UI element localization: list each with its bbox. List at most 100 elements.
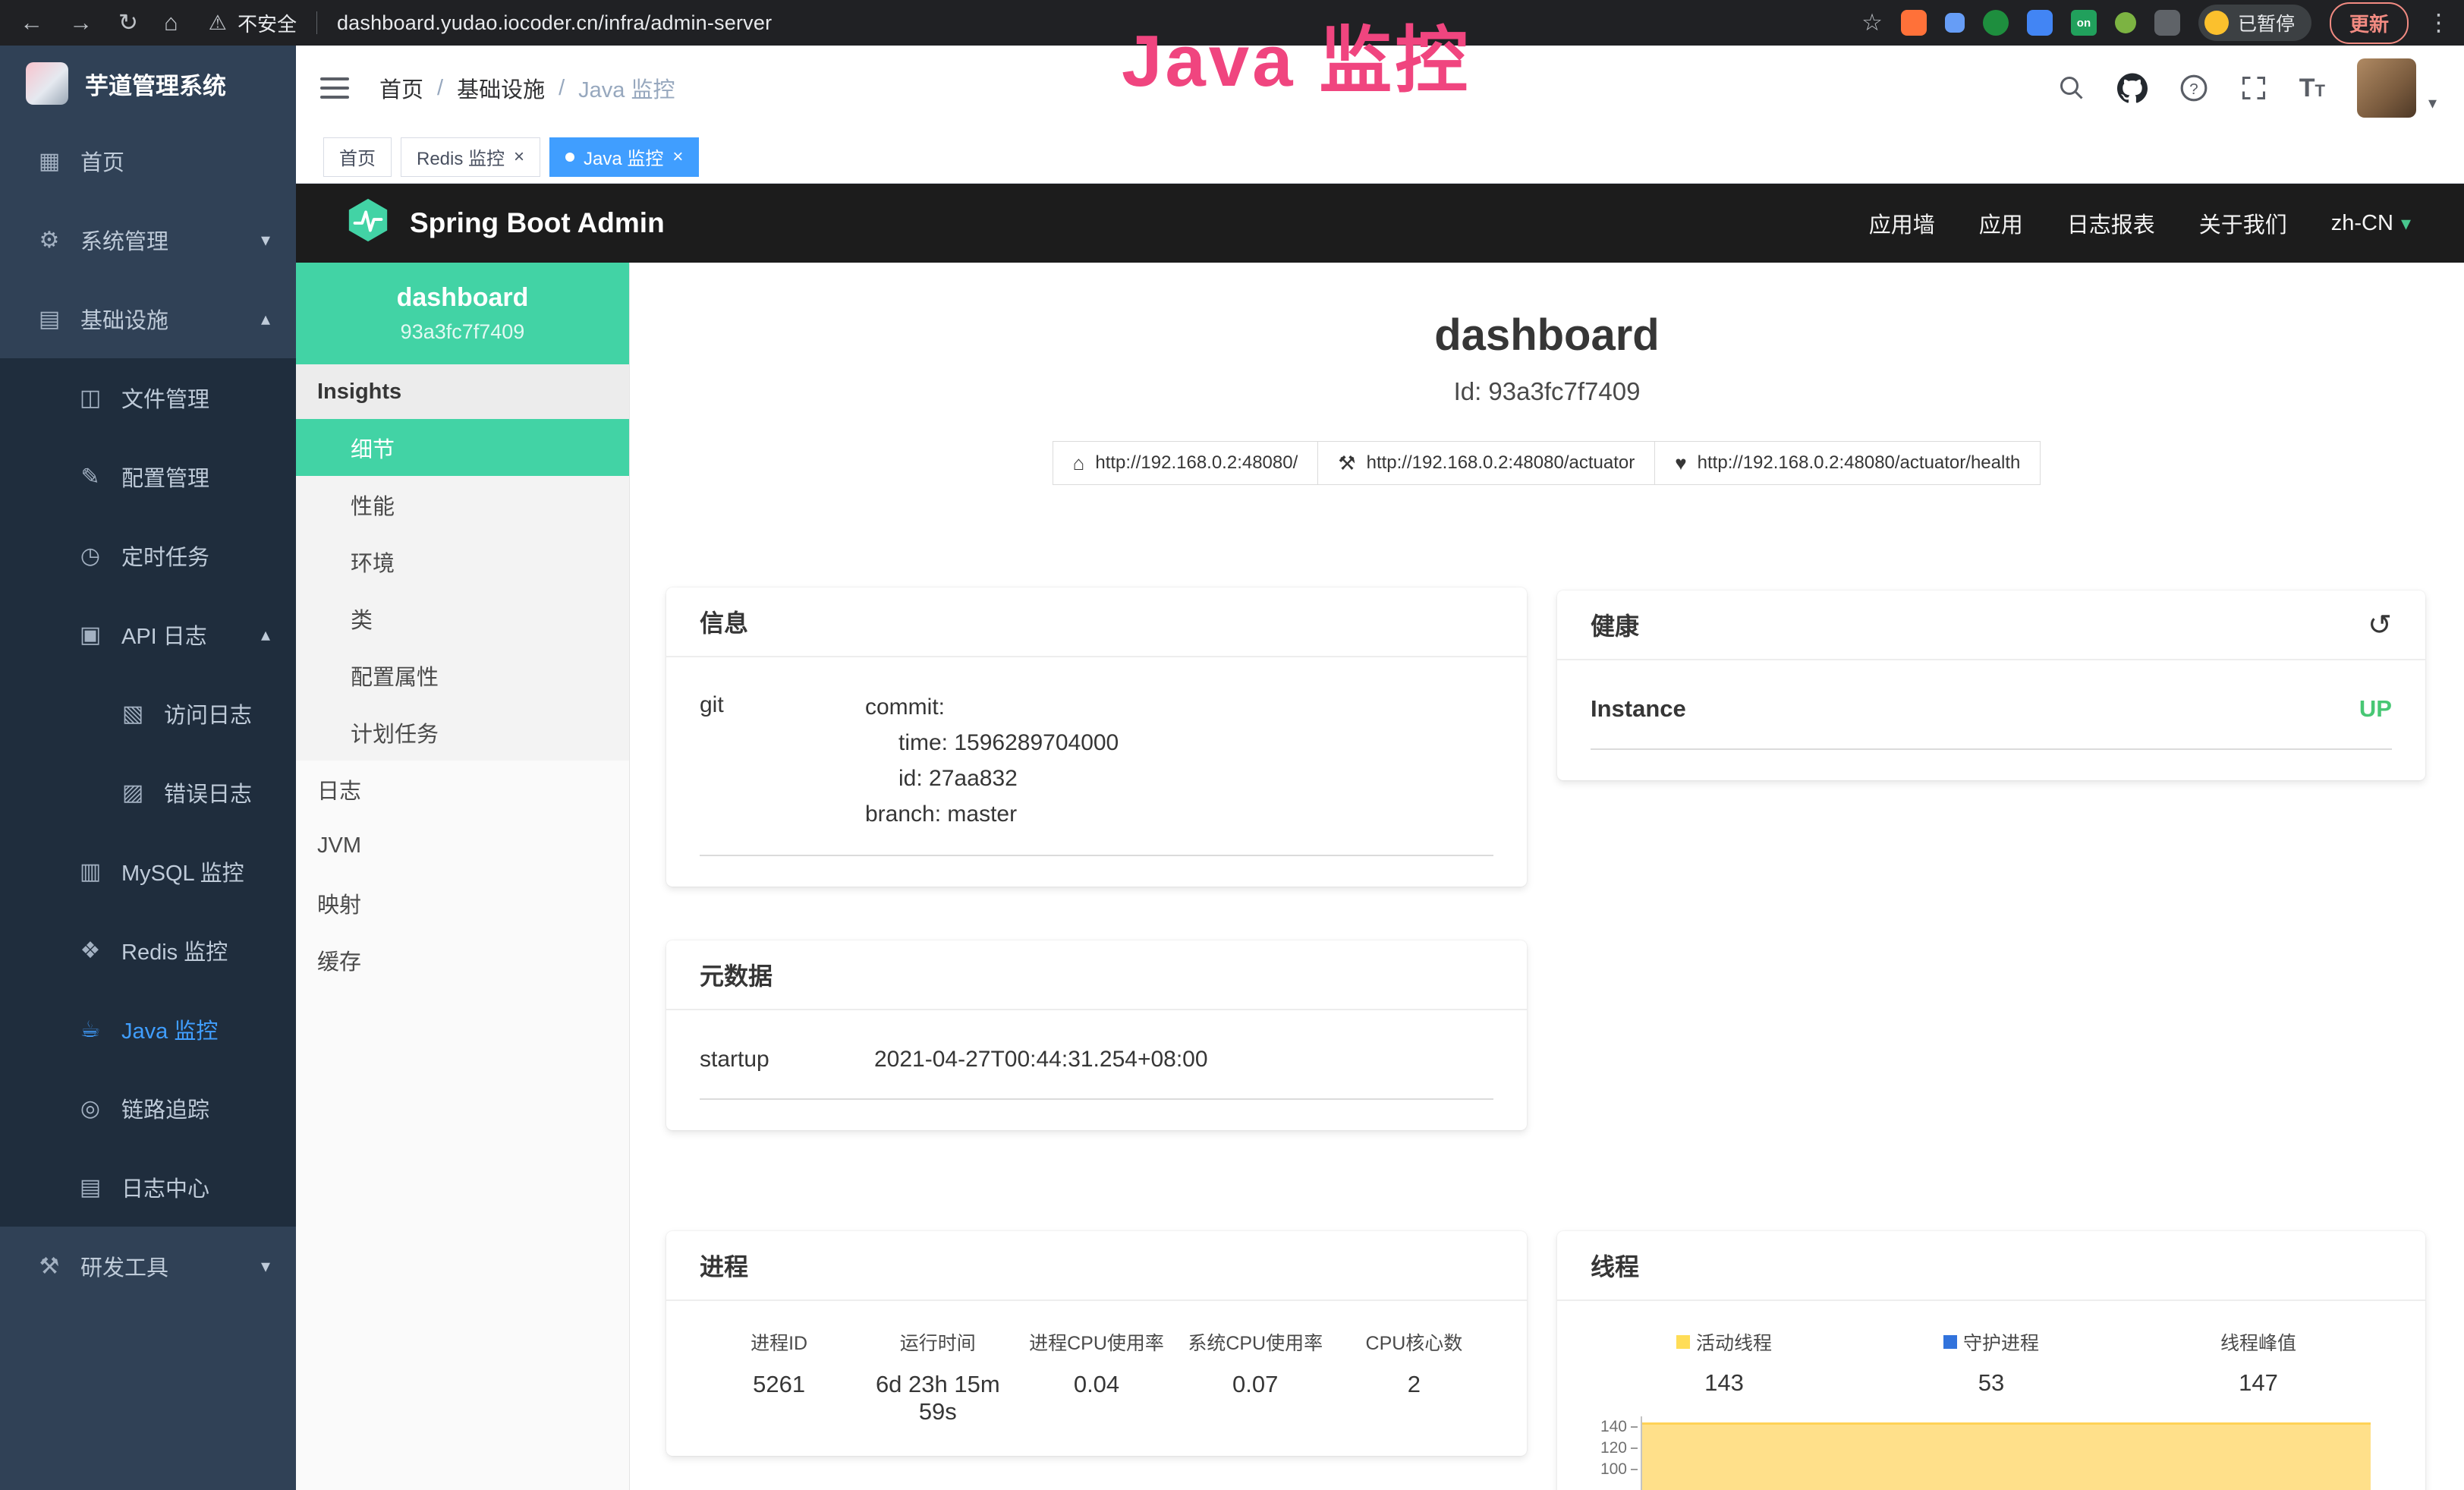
extension-green-circle-icon[interactable]	[1983, 10, 2009, 36]
status-badge: UP	[2359, 695, 2392, 723]
sidebar-item-system-management[interactable]: ⚙ 系统管理 ▾	[0, 200, 296, 279]
browser-reload-icon[interactable]: ↻	[118, 9, 138, 36]
sidebar-item-log-center[interactable]: ▤ 日志中心	[0, 1148, 296, 1227]
health-instance-row[interactable]: Instance UP	[1591, 688, 2392, 750]
extension-leaf-icon[interactable]	[2115, 12, 2136, 33]
main-content: dashboard Id: 93a3fc7f7409 ⌂ http://192.…	[630, 263, 2464, 1490]
instance-header: dashboard 93a3fc7f7409	[296, 263, 629, 364]
bookmark-star-icon[interactable]: ☆	[1861, 9, 1883, 36]
font-size-large-glyph: T	[2299, 74, 2315, 102]
sidebar-item-dev-tools[interactable]: ⚒ 研发工具 ▾	[0, 1227, 296, 1306]
sba-nav-applications[interactable]: 应用	[1979, 207, 2023, 239]
instance-nav-scheduled-tasks[interactable]: 计划任务	[296, 704, 629, 761]
instance-sidebar: dashboard 93a3fc7f7409 Insights 细节 性能 环境…	[296, 263, 630, 1490]
service-url-link[interactable]: ⌂ http://192.168.0.2:48080/	[1053, 441, 1319, 485]
fullscreen-icon[interactable]	[2240, 74, 2267, 102]
search-icon[interactable]	[2058, 74, 2085, 102]
instance-name: dashboard	[397, 283, 529, 313]
stat-label: 进程ID	[700, 1328, 858, 1356]
instance-nav-environment[interactable]: 环境	[296, 533, 629, 590]
sidebar-item-label: Java 监控	[121, 1013, 218, 1045]
github-icon[interactable]	[2117, 73, 2148, 103]
extension-fox-icon[interactable]	[1901, 10, 1927, 36]
avatar-caret-icon[interactable]: ▾	[2428, 93, 2437, 113]
tab-redis-monitor[interactable]: Redis 监控 ×	[401, 137, 540, 177]
stat-process-cpu: 进程CPU使用率 0.04	[1017, 1328, 1175, 1425]
sidebar-item-label: 配置管理	[121, 461, 209, 493]
sidebar-item-error-log[interactable]: ▨ 错误日志	[0, 753, 296, 832]
sba-nav-wallboard[interactable]: 应用墙	[1869, 207, 1935, 239]
instance-nav-config-props[interactable]: 配置属性	[296, 647, 629, 704]
sidebar-item-api-log[interactable]: ▣ API 日志 ▴	[0, 595, 296, 674]
chevron-up-icon: ▴	[261, 624, 270, 646]
sidebar-item-label: 日志中心	[121, 1171, 209, 1203]
sidebar-item-mysql-monitor[interactable]: ▥ MySQL 监控	[0, 832, 296, 911]
file-icon: ◫	[73, 385, 108, 411]
font-size-small-glyph: T	[2315, 81, 2325, 100]
sidebar-item-infrastructure[interactable]: ▤ 基础设施 ▴	[0, 279, 296, 358]
extension-drop-icon[interactable]	[1945, 13, 1965, 33]
sba-locale-select[interactable]: zh-CN ▾	[2331, 211, 2411, 236]
access-log-icon: ▧	[115, 701, 150, 727]
paused-badge[interactable]: 已暂停	[2198, 5, 2311, 41]
sidebar-item-scheduled-jobs[interactable]: ◷ 定时任务	[0, 516, 296, 595]
breadcrumb-infrastructure[interactable]: 基础设施	[457, 72, 545, 104]
browser-back-icon[interactable]: ←	[20, 9, 43, 36]
sidebar-item-label: 访问日志	[164, 698, 252, 729]
user-avatar[interactable]	[2357, 58, 2416, 118]
browser-forward-icon[interactable]: →	[69, 9, 93, 36]
help-icon[interactable]: ?	[2179, 74, 2208, 102]
sidebar-item-access-log[interactable]: ▧ 访问日志	[0, 674, 296, 753]
sba-nav-journal[interactable]: 日志报表	[2067, 207, 2155, 239]
link-label: http://192.168.0.2:48080/	[1095, 452, 1298, 474]
browser-home-icon[interactable]: ⌂	[164, 9, 178, 36]
process-card-title: 进程	[666, 1231, 1527, 1301]
instance-nav-caches[interactable]: 缓存	[296, 931, 629, 988]
chevron-up-icon: ▴	[261, 308, 270, 330]
font-size-icon[interactable]: TT	[2299, 74, 2325, 103]
instance-nav-classes[interactable]: 类	[296, 590, 629, 647]
legend-live-threads: 活动线程 143	[1591, 1328, 1858, 1397]
sidebar-toggle-icon[interactable]	[320, 77, 349, 99]
threads-chart: 140 120 100	[1591, 1416, 2392, 1490]
sba-brand-link[interactable]: Spring Boot Admin	[296, 197, 665, 250]
instance-nav-jvm[interactable]: JVM	[296, 817, 629, 874]
sidebar-item-redis-monitor[interactable]: ❖ Redis 监控	[0, 911, 296, 990]
health-card-title: 健康	[1591, 607, 1639, 642]
sidebar-item-label: 首页	[80, 145, 124, 177]
chrome-menu-icon[interactable]: ⋮	[2427, 9, 2450, 36]
extension-grid-icon[interactable]	[2027, 10, 2053, 36]
sidebar-item-java-monitor[interactable]: ☕ Java 监控	[0, 990, 296, 1069]
health-url-link[interactable]: ♥ http://192.168.0.2:48080/actuator/heal…	[1654, 441, 2041, 485]
error-log-icon: ▨	[115, 780, 150, 806]
instance-nav-mappings[interactable]: 映射	[296, 874, 629, 931]
url-text[interactable]: dashboard.yudao.iocoder.cn/infra/admin-s…	[337, 11, 772, 35]
sidebar-item-config-management[interactable]: ✎ 配置管理	[0, 437, 296, 516]
chrome-update-button[interactable]: 更新	[2330, 2, 2409, 44]
legend-label: 线程峰值	[2220, 1328, 2296, 1356]
address-bar[interactable]: ⚠ 不安全 dashboard.yudao.iocoder.cn/infra/a…	[209, 9, 773, 37]
actuator-url-link[interactable]: ⚒ http://192.168.0.2:48080/actuator	[1317, 441, 1655, 485]
health-instance-label: Instance	[1591, 695, 1686, 723]
threads-chart-yaxis: 140 120 100	[1591, 1416, 1641, 1490]
extension-puzzle-icon[interactable]	[2154, 10, 2180, 36]
breadcrumb-separator: /	[559, 76, 565, 101]
sba-nav-about[interactable]: 关于我们	[2199, 207, 2287, 239]
sidebar-item-home[interactable]: ▦ 首页	[0, 121, 296, 200]
app-logo-link[interactable]: 芋道管理系统	[0, 46, 296, 121]
instance-nav-details[interactable]: 细节	[296, 419, 629, 476]
history-icon[interactable]: ↺	[2368, 608, 2392, 642]
sidebar-item-file-management[interactable]: ◫ 文件管理	[0, 358, 296, 437]
warning-icon: ⚠	[209, 11, 227, 35]
instance-nav-metrics[interactable]: 性能	[296, 476, 629, 533]
breadcrumb-home[interactable]: 首页	[379, 72, 423, 104]
close-icon[interactable]: ×	[672, 148, 683, 166]
instance-nav-logfile[interactable]: 日志	[296, 761, 629, 817]
sba-locale-value: zh-CN	[2331, 211, 2393, 236]
divider	[316, 11, 317, 34]
extension-on-badge[interactable]: on	[2071, 10, 2097, 36]
close-icon[interactable]: ×	[514, 148, 524, 166]
sidebar-item-tracing[interactable]: ◎ 链路追踪	[0, 1069, 296, 1148]
tab-java-monitor[interactable]: Java 监控 ×	[549, 137, 699, 177]
tab-home[interactable]: 首页	[323, 137, 392, 177]
